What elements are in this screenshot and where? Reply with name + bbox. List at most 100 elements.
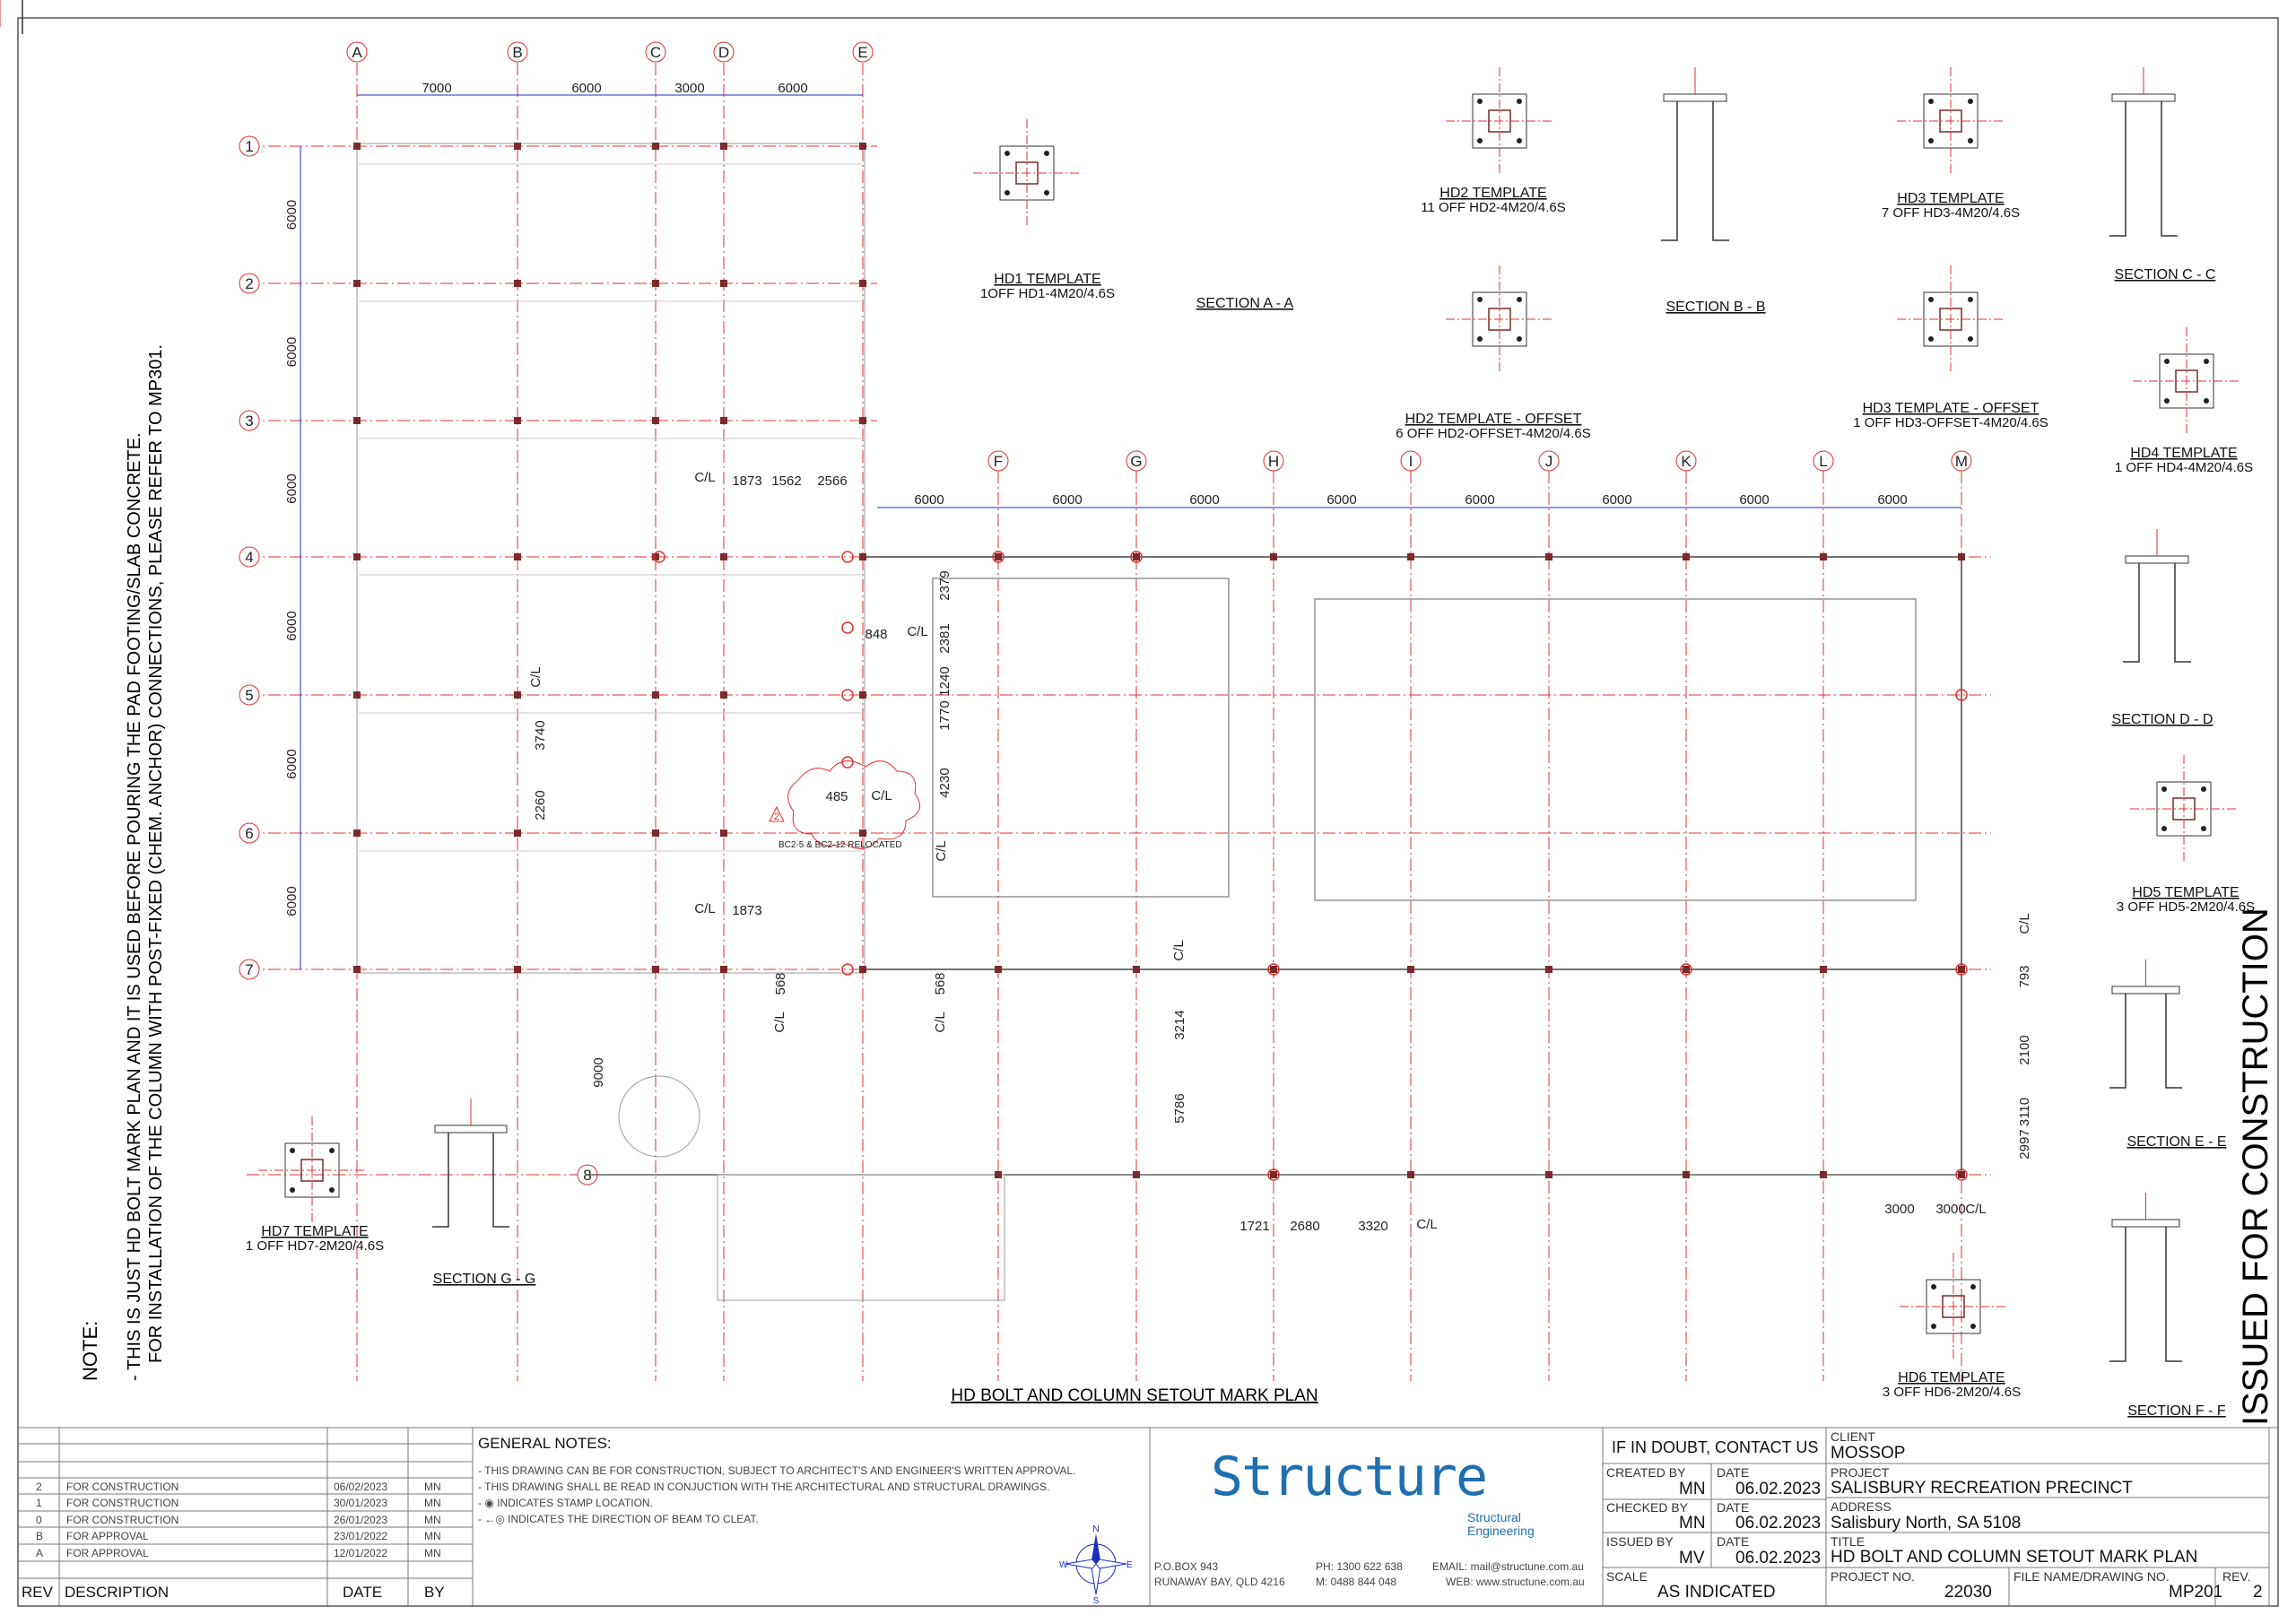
column-marker	[720, 417, 727, 424]
anchor-bolt	[1477, 336, 1483, 342]
column-marker	[1820, 553, 1827, 560]
rev-header-date: DATE	[343, 1584, 383, 1601]
grid-label-6: 6	[245, 825, 253, 842]
dimension-misc-4: 848	[865, 627, 887, 642]
created-by-value: MN	[1679, 1480, 1706, 1498]
centerline-label-4: C/L	[528, 666, 544, 687]
detail-subtitle-0: 1OFF HD1-4M20/4.6S	[980, 286, 1115, 301]
column-marker	[1820, 966, 1827, 973]
drawing-sheet: A B C D E12345678F G H I J K L M7000 6000 3000 6000600…	[0, 0, 2279, 1607]
centerline-label-0: C/L	[694, 470, 715, 485]
centerline-label-10: C/L	[2017, 913, 2032, 934]
column-marker	[652, 829, 659, 837]
anchor-bolt	[1968, 138, 1973, 143]
detail-title-7: SECTION C - C	[2115, 267, 2216, 282]
column-marker	[720, 691, 727, 699]
column-marker	[1133, 1171, 1140, 1178]
revision-row-3-date: 23/01/2022	[334, 1530, 388, 1542]
detail-title-15: SECTION G - G	[433, 1272, 536, 1287]
title-label: TITLE	[1831, 1534, 1866, 1549]
issued-by-value: MV	[1679, 1549, 1705, 1568]
project-value: SALISBURY RECREATION PRECINCT	[1831, 1479, 2133, 1498]
column-marker	[652, 280, 659, 287]
column-marker	[514, 691, 521, 699]
section-bolt-left	[2109, 994, 2126, 1089]
column-marker	[1270, 553, 1277, 560]
dimension-misc-24: 2997	[2017, 1129, 2032, 1159]
column-marker	[859, 143, 866, 150]
general-note-2: - THIS DRAWING SHALL BE READ IN CONJUCTI…	[478, 1481, 1050, 1493]
detail-title-12: HD6 TEMPLATE	[1898, 1370, 2005, 1385]
revision-row-0-date: 06/02/2023	[334, 1481, 388, 1493]
centerline-label-6: C/L	[772, 1012, 787, 1032]
checked-date-value: 06.02.2023	[1735, 1514, 1822, 1533]
checked-by-label: CHECKED BY	[1606, 1500, 1689, 1515]
centerline-label-3: C/L	[934, 840, 949, 861]
note-title: NOTE:	[79, 1321, 101, 1381]
main-drawing-title: HD BOLT AND COLUMN SETOUT MARK PLAN	[951, 1386, 1318, 1405]
revision-row-2-desc: FOR CONSTRUCTION	[66, 1514, 179, 1526]
column-marker	[652, 143, 659, 150]
dimension-misc-17: 9000	[591, 1057, 606, 1087]
section-bolt-left	[22, 0, 23, 34]
column-marker	[1683, 553, 1690, 560]
revision-row-0-desc: FOR CONSTRUCTION	[66, 1481, 179, 1493]
section-baseplate	[2125, 555, 2189, 564]
anchor-bolt	[1928, 138, 1934, 143]
detail-subtitle-12: 3 OFF HD6-2M20/4.6S	[1883, 1385, 2021, 1400]
dimension-misc-19: 2680	[1290, 1219, 1319, 1234]
rev-header-by: BY	[424, 1584, 445, 1601]
column-marker	[1133, 553, 1140, 560]
dimension-lower-6: 6000	[1739, 492, 1769, 508]
pool-outline-right	[1314, 598, 1917, 901]
if-in-doubt: IF IN DOUBT, CONTACT US	[1612, 1438, 1819, 1456]
dimension-lower-5: 6000	[1602, 492, 1631, 508]
column-marker	[353, 691, 361, 699]
section-baseplate	[434, 1125, 508, 1133]
column-marker	[859, 966, 866, 973]
grid-label-3: 3	[245, 413, 253, 430]
anchor-bolt	[1477, 99, 1483, 104]
issued-by-label: ISSUED BY	[1606, 1534, 1674, 1549]
anchor-bolt	[290, 1187, 295, 1193]
revision-marker: 2	[774, 812, 779, 822]
anchor-bolt	[1931, 1324, 1936, 1329]
anchor-bolt	[1931, 1284, 1936, 1290]
title-value: HD BOLT AND COLUMN SETOUT MARK PLAN	[1831, 1548, 2198, 1567]
company-phone: PH: 1300 622 638	[1316, 1560, 1403, 1573]
anchor-bolt	[1928, 297, 1934, 302]
general-note-3: - ◉ INDICATES STAMP LOCATION.	[478, 1497, 653, 1509]
dimension-top-1: 6000	[571, 81, 601, 96]
general-note-1: - THIS DRAWING CAN BE FOR CONSTRUCTION, …	[478, 1464, 1076, 1477]
checked-date-label: DATE	[1717, 1500, 1750, 1515]
column-marker	[1958, 966, 1965, 973]
centerline-label-5: C/L	[694, 901, 715, 916]
column-marker	[859, 691, 866, 699]
revision-row-3-by: MN	[424, 1530, 441, 1542]
section-baseplate	[1663, 93, 1727, 102]
column-marker	[1545, 1171, 1552, 1178]
dimension-misc-7: 1770	[937, 700, 952, 730]
company-web: WEB: www.structune.com.au	[1446, 1576, 1585, 1588]
column-marker	[1545, 553, 1552, 560]
anchor-bolt	[1517, 336, 1522, 342]
section-bolt-right	[492, 1133, 509, 1228]
issued-for-construction-stamp: ISSUED FOR CONSTRUCTION	[2236, 908, 2275, 1426]
checked-by-value: MN	[1679, 1514, 1706, 1533]
section-bolt-left	[2109, 101, 2126, 237]
setout-plan: A B C D E12345678F G H I J K L M7000 6000 3000 6000600…	[239, 41, 2032, 1381]
scale-value: AS INDICATED	[1657, 1583, 1776, 1602]
address-value: Salisbury North, SA 5108	[1831, 1514, 2022, 1533]
section-baseplate	[2111, 93, 2176, 102]
created-date-label: DATE	[1717, 1465, 1750, 1480]
dimension-misc-10: 3740	[533, 720, 548, 750]
anchor-bolt	[1517, 99, 1522, 104]
dimension-misc-16: 5786	[1172, 1093, 1187, 1123]
anchor-bolt	[1928, 336, 1934, 342]
detail-subtitle-14: 1 OFF HD7-2M20/4.6S	[246, 1238, 384, 1254]
note-block: NOTE: - THIS IS JUST HD BOLT MARK PLAN A…	[79, 344, 166, 1381]
general-notes-title: GENERAL NOTES:	[478, 1435, 612, 1452]
column-marker	[353, 417, 361, 424]
dimension-lower-0: 6000	[914, 492, 944, 508]
grid-label-D: D	[718, 44, 729, 61]
